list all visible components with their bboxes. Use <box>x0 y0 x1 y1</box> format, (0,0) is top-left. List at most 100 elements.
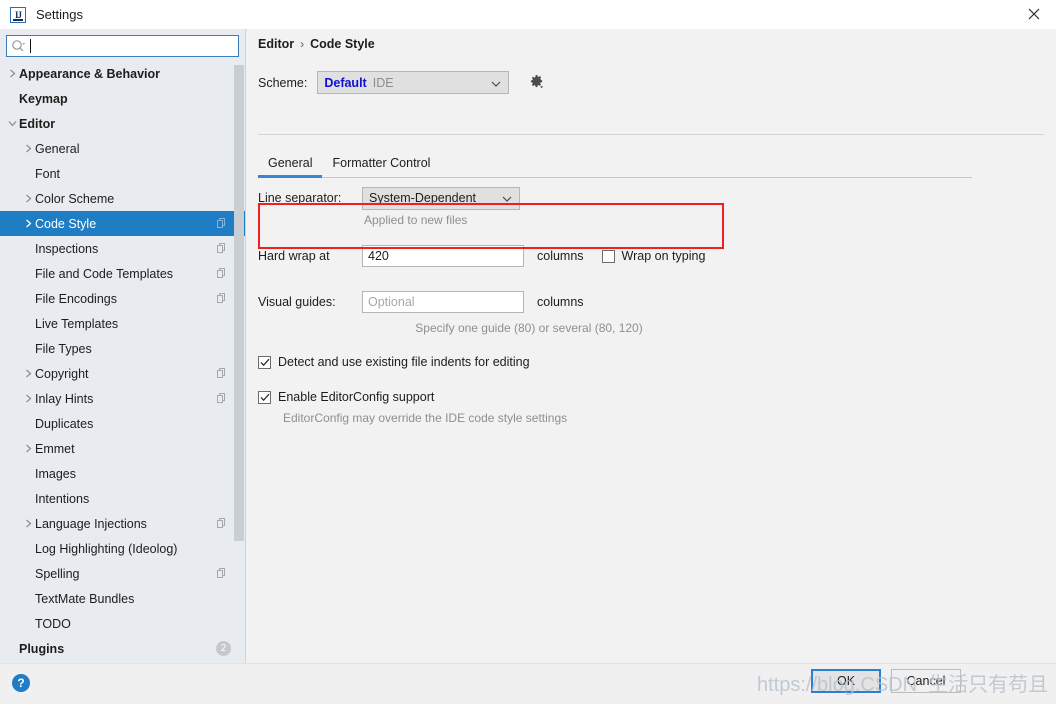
window-titlebar: IJ Settings <box>0 0 1056 30</box>
copy-settings-icon[interactable] <box>217 518 227 529</box>
sidebar-item-todo[interactable]: TODO <box>0 611 245 636</box>
sidebar-item-plugins[interactable]: Plugins 2 <box>0 636 245 657</box>
sidebar-item-inlay-hints[interactable]: Inlay Hints <box>0 386 245 411</box>
settings-main-pane: Editor › Code Style Scheme: Default IDE … <box>247 29 1056 663</box>
sidebar-item-emmet[interactable]: Emmet <box>0 436 245 461</box>
sidebar-item-spelling[interactable]: Spelling <box>0 561 245 586</box>
chevron-down-icon[interactable] <box>6 111 19 136</box>
copy-settings-icon[interactable] <box>217 368 227 379</box>
settings-sidebar: Appearance & Behavior Keymap Editor General… <box>0 29 246 663</box>
sidebar-item-label: TextMate Bundles <box>35 591 135 606</box>
sidebar-item-file-encodings[interactable]: File Encodings <box>0 286 245 311</box>
sidebar-item-code-style[interactable]: Code Style <box>0 211 245 236</box>
chevron-down-icon <box>491 76 501 90</box>
line-separator-dropdown[interactable]: System-Dependent <box>362 186 520 210</box>
sidebar-item-label: Keymap <box>19 91 68 106</box>
sidebar-item-label: File Encodings <box>35 291 117 306</box>
visual-guides-unit: columns <box>537 295 584 309</box>
close-icon[interactable] <box>1011 0 1056 28</box>
tab-general[interactable]: General <box>258 150 323 178</box>
breadcrumb-root[interactable]: Editor <box>258 37 294 51</box>
sidebar-scrollbar-thumb[interactable] <box>234 65 244 541</box>
search-icon <box>11 39 26 53</box>
sidebar-item-color-scheme[interactable]: Color Scheme <box>0 186 245 211</box>
sidebar-item-label: Inspections <box>35 241 99 256</box>
cancel-button[interactable]: Cancel <box>891 669 961 693</box>
copy-settings-icon[interactable] <box>217 218 227 229</box>
hard-wrap-input[interactable] <box>362 245 524 267</box>
sidebar-item-keymap[interactable]: Keymap <box>0 86 245 111</box>
sidebar-item-intentions[interactable]: Intentions <box>0 486 245 511</box>
sidebar-scrollbar-track[interactable] <box>233 61 245 657</box>
editorconfig-row[interactable]: Enable EditorConfig support <box>258 390 998 404</box>
copy-settings-icon[interactable] <box>217 568 227 579</box>
sidebar-item-label: TODO <box>35 616 71 631</box>
chevron-right-icon[interactable] <box>22 361 35 386</box>
copy-settings-icon[interactable] <box>217 243 227 254</box>
scheme-value: Default <box>324 75 367 90</box>
sidebar-item-label: Plugins <box>19 641 65 656</box>
sidebar-item-label: File and Code Templates <box>35 266 174 281</box>
sidebar-item-label: General <box>35 141 80 156</box>
wrap-on-typing-label: Wrap on typing <box>621 249 706 263</box>
sidebar-item-label: Color Scheme <box>35 191 115 206</box>
scheme-settings-gear-button[interactable] <box>525 72 547 94</box>
visual-guides-hint: Specify one guide (80) or several (80, 1… <box>415 321 643 335</box>
sidebar-item-editor[interactable]: Editor <box>0 111 245 136</box>
help-icon[interactable]: ? <box>12 674 30 692</box>
chevron-right-icon[interactable] <box>22 186 35 211</box>
ok-button[interactable]: OK <box>811 669 881 693</box>
chevron-right-icon[interactable] <box>22 436 35 461</box>
scheme-scope: IDE <box>372 75 394 90</box>
intellij-idea-icon: IJ <box>10 6 26 23</box>
wrap-on-typing-row[interactable]: Wrap on typing <box>601 249 706 263</box>
search-input[interactable] <box>29 37 234 55</box>
sidebar-item-textmate-bundles[interactable]: TextMate Bundles <box>0 586 245 611</box>
chevron-right-icon[interactable] <box>6 61 19 86</box>
search-container <box>0 29 245 61</box>
chevron-down-icon <box>502 191 512 205</box>
copy-settings-icon[interactable] <box>217 293 227 304</box>
sidebar-item-appearance-behavior[interactable]: Appearance & Behavior <box>0 61 245 86</box>
chevron-right-icon[interactable] <box>22 511 35 536</box>
line-separator-value: System-Dependent <box>369 191 477 205</box>
detect-indents-row[interactable]: Detect and use existing file indents for… <box>258 355 998 369</box>
sidebar-item-duplicates[interactable]: Duplicates <box>0 411 245 436</box>
copy-settings-icon[interactable] <box>217 393 227 404</box>
line-separator-label: Line separator: <box>258 191 342 205</box>
sidebar-item-live-templates[interactable]: Live Templates <box>0 311 245 336</box>
sidebar-item-inspections[interactable]: Inspections <box>0 236 245 261</box>
sidebar-item-copyright[interactable]: Copyright <box>0 361 245 386</box>
sidebar-item-label: Emmet <box>35 441 75 456</box>
copy-settings-icon[interactable] <box>217 268 227 279</box>
breadcrumb: Editor › Code Style <box>258 37 375 51</box>
search-box[interactable] <box>6 35 239 57</box>
sidebar-item-font[interactable]: Font <box>0 161 245 186</box>
sidebar-item-general[interactable]: General <box>0 136 245 161</box>
chevron-right-icon[interactable] <box>22 211 35 236</box>
tab-formatter-control[interactable]: Formatter Control <box>322 150 440 177</box>
detect-indents-checkbox[interactable] <box>258 355 271 369</box>
breadcrumb-current: Code Style <box>310 37 375 51</box>
editorconfig-checkbox[interactable] <box>258 390 271 404</box>
wrap-on-typing-checkbox[interactable] <box>601 249 615 263</box>
chevron-right-icon[interactable] <box>22 386 35 411</box>
chevron-right-icon[interactable] <box>22 136 35 161</box>
sidebar-item-language-injections[interactable]: Language Injections <box>0 511 245 536</box>
sidebar-item-file-and-code-templates[interactable]: File and Code Templates <box>0 261 245 286</box>
sidebar-item-file-types[interactable]: File Types <box>0 336 245 361</box>
scheme-dropdown[interactable]: Default IDE <box>317 71 510 94</box>
scheme-label: Scheme: <box>258 75 308 90</box>
sidebar-item-images[interactable]: Images <box>0 461 245 486</box>
sidebar-item-log-highlighting-ideolog[interactable]: Log Highlighting (Ideolog) <box>0 536 245 561</box>
code-style-form: Line separator: System-Dependent Applied… <box>258 186 998 425</box>
visual-guides-input[interactable] <box>362 291 524 313</box>
